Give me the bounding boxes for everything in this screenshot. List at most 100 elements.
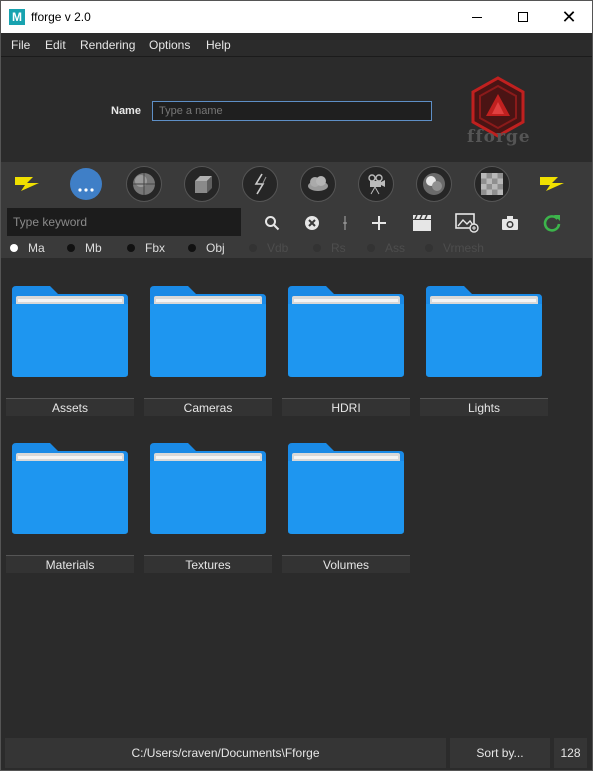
search-button[interactable]	[261, 212, 283, 234]
sort-by-button[interactable]: Sort by...	[450, 738, 550, 768]
texture-checker-icon	[481, 173, 503, 195]
folder-label: Materials	[6, 555, 134, 573]
format-radio-mb[interactable]: Mb	[67, 241, 102, 255]
snapshot-button[interactable]	[499, 212, 521, 234]
radio-label: Obj	[206, 241, 225, 255]
sphere-icon	[133, 173, 155, 195]
radio-dot	[67, 244, 75, 252]
window-title: fforge v 2.0	[31, 10, 91, 24]
radio-label: Mb	[85, 241, 102, 255]
menu-options[interactable]: Options	[149, 38, 190, 52]
name-input[interactable]	[152, 101, 432, 121]
app-window: M fforge v 2.0 ✕ File Edit Rendering Opt…	[0, 0, 593, 771]
assets-category-button[interactable]	[125, 165, 163, 203]
format-radio-vrmesh: Vrmesh	[425, 241, 484, 255]
format-radio-row: Ma Mb Fbx Obj Vdb Rs Ass Vrmesh	[1, 238, 592, 258]
lightning-right-icon	[540, 177, 564, 191]
thumbnail-size-field[interactable]: 128	[554, 738, 587, 768]
folder-label: HDRI	[282, 398, 410, 416]
refresh-button[interactable]	[541, 212, 563, 234]
radio-dot	[367, 244, 375, 252]
radio-label: Vdb	[267, 241, 289, 255]
folder-icon	[12, 286, 128, 377]
folder-cameras[interactable]: Cameras	[144, 284, 272, 424]
minimize-button[interactable]	[454, 1, 500, 33]
folder-materials[interactable]: Materials	[6, 441, 134, 581]
cloud-icon	[308, 176, 328, 191]
format-radio-ass: Ass	[367, 241, 405, 255]
name-label: Name	[111, 105, 141, 117]
lightning-left-icon	[15, 177, 39, 191]
menu-file[interactable]: File	[11, 38, 30, 52]
maximize-button[interactable]	[500, 1, 546, 33]
search-row	[1, 206, 592, 238]
lightning-left-button[interactable]	[8, 165, 46, 203]
image-add-icon	[455, 213, 479, 233]
clear-icon	[305, 216, 319, 230]
folder-icon	[150, 443, 266, 534]
color-balls-icon	[423, 173, 445, 195]
keyword-search-input[interactable]	[7, 208, 241, 236]
camera-rig-icon	[368, 174, 385, 195]
menu-bar: File Edit Rendering Options Help	[1, 33, 592, 57]
lightning-bolt-icon	[254, 173, 267, 195]
models-category-button[interactable]	[183, 165, 221, 203]
refresh-icon	[543, 215, 561, 232]
folder-hdri[interactable]: HDRI	[282, 284, 410, 424]
cube-icon	[195, 176, 212, 193]
separator-icon	[343, 216, 347, 230]
folder-icon	[426, 286, 542, 377]
folder-textures[interactable]: Textures	[144, 441, 272, 581]
folder-label: Textures	[144, 555, 272, 573]
minimize-icon	[472, 16, 482, 18]
add-button[interactable]	[368, 212, 390, 234]
volumes-category-button[interactable]	[299, 165, 337, 203]
menu-help[interactable]: Help	[206, 38, 231, 52]
menu-edit[interactable]: Edit	[45, 38, 66, 52]
radio-dot	[249, 244, 257, 252]
more-button[interactable]	[67, 165, 105, 203]
clapper-icon	[413, 214, 431, 231]
radio-dot	[10, 244, 18, 252]
folder-icon	[288, 286, 404, 377]
format-radio-vdb: Vdb	[249, 241, 288, 255]
materials-category-button[interactable]	[415, 165, 453, 203]
folder-volumes[interactable]: Volumes	[282, 441, 410, 581]
image-add-button[interactable]	[454, 212, 480, 234]
close-button[interactable]: ✕	[546, 1, 592, 33]
format-radio-fbx[interactable]: Fbx	[127, 241, 165, 255]
more-dots-icon	[70, 168, 102, 200]
app-icon: M	[9, 9, 25, 25]
radio-dot	[425, 244, 433, 252]
folder-assets[interactable]: Assets	[6, 284, 134, 424]
cameras-category-button[interactable]	[357, 165, 395, 203]
format-radio-obj[interactable]: Obj	[188, 241, 225, 255]
logo-text: fforge	[467, 127, 531, 147]
folder-lights[interactable]: Lights	[420, 284, 548, 424]
folder-label: Assets	[6, 398, 134, 416]
radio-label: Vrmesh	[443, 241, 484, 255]
folder-icon	[288, 443, 404, 534]
radio-label: Ma	[28, 241, 45, 255]
maximize-icon	[518, 12, 528, 22]
radio-label: Fbx	[145, 241, 166, 255]
lightning-right-button[interactable]	[533, 165, 571, 203]
textures-category-button[interactable]	[473, 165, 511, 203]
folder-label: Cameras	[144, 398, 272, 416]
format-radio-rs: Rs	[313, 241, 346, 255]
playblast-button[interactable]	[411, 212, 433, 234]
menu-rendering[interactable]: Rendering	[80, 38, 135, 52]
clear-search-button[interactable]	[301, 212, 323, 234]
title-bar: M fforge v 2.0 ✕	[1, 1, 592, 33]
search-icon	[265, 216, 280, 231]
radio-label: Ass	[385, 241, 406, 255]
category-toolbar	[1, 162, 592, 206]
lights-category-button[interactable]	[241, 165, 279, 203]
format-radio-ma[interactable]: Ma	[10, 241, 45, 255]
radio-dot	[188, 244, 196, 252]
snapshot-icon	[502, 216, 518, 230]
radio-dot	[127, 244, 135, 252]
current-path: C:/Users/craven/Documents\Fforge	[5, 738, 446, 768]
radio-label: Rs	[331, 241, 346, 255]
folder-label: Lights	[420, 398, 548, 416]
